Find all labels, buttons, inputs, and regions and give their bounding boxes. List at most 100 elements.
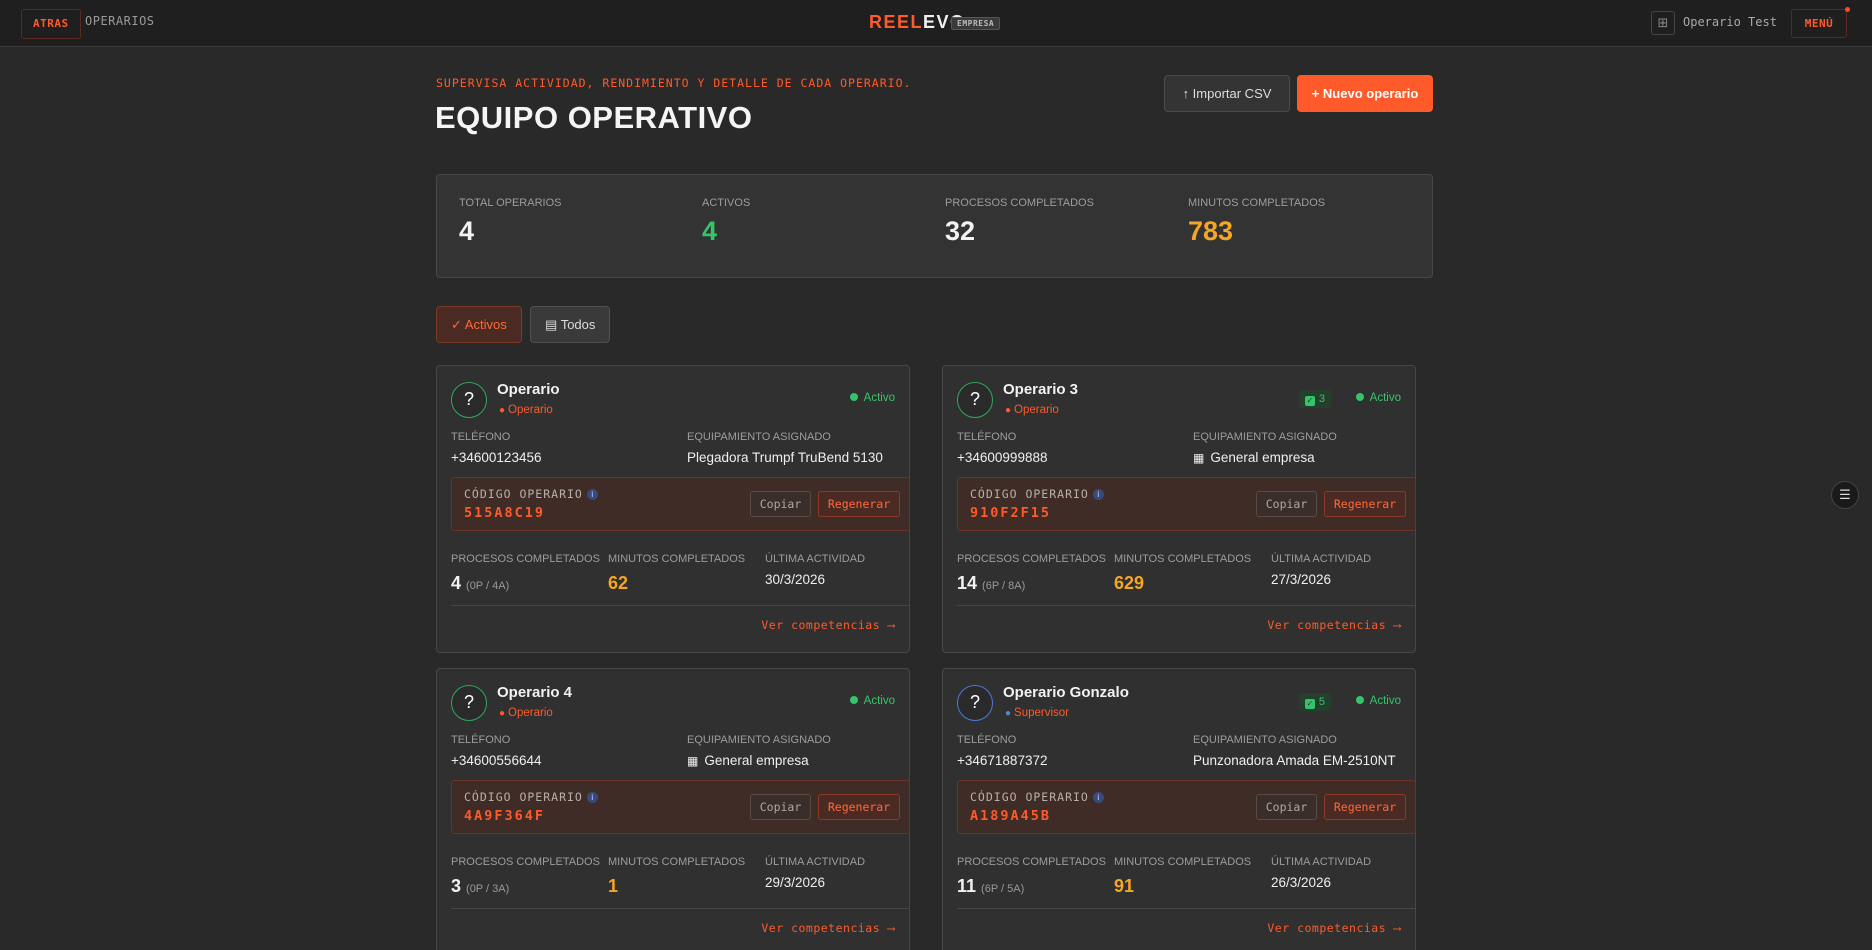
- copy-button[interactable]: Copiar: [750, 794, 811, 820]
- avatar-icon: ?: [957, 685, 993, 721]
- filter-settings-icon[interactable]: ☰: [1831, 481, 1859, 509]
- role-label: Operario: [508, 404, 553, 416]
- operator-role: ● Supervisor: [1005, 707, 1069, 719]
- building-icon: ▦: [1193, 451, 1205, 465]
- count-badge: ✓ 3: [1298, 390, 1331, 408]
- status-label: Activo: [863, 695, 895, 707]
- role-label: Supervisor: [1014, 707, 1070, 719]
- regenerate-button[interactable]: Regenerar: [1324, 794, 1406, 820]
- status-dot: [849, 393, 858, 401]
- processes-detail: (6P / 5A): [981, 883, 1025, 895]
- processes-label: PROCESOS COMPLETADOS: [451, 553, 600, 565]
- equipment-value: Plegadora Trumpf TruBend 5130: [687, 450, 883, 465]
- operator-code-box: CÓDIGO OPERARIO i 910F2F15 Copiar Regener…: [957, 477, 1416, 531]
- stat-value: 4: [702, 216, 718, 246]
- last-activity-label: ÚLTIMA ACTIVIDAD: [1271, 553, 1372, 565]
- phone-value: +34600999888: [957, 450, 1048, 465]
- last-activity-label: ÚLTIMA ACTIVIDAD: [765, 553, 866, 565]
- menu-button[interactable]: MENÚ: [1791, 9, 1847, 38]
- copy-button[interactable]: Copiar: [750, 491, 811, 517]
- stats-panel: TOTAL OPERARIOS 4 ACTIVOS 4 PROCESOS COM…: [436, 174, 1433, 278]
- minutes-label: MINUTOS COMPLETADOS: [1114, 553, 1252, 565]
- stat-total-operators: TOTAL OPERARIOS 4: [459, 197, 562, 247]
- code-label: CÓDIGO OPERARIO i: [970, 487, 1104, 501]
- operario-icon: ●: [499, 708, 506, 719]
- status-dot: [1355, 393, 1364, 401]
- copy-button[interactable]: Copiar: [1256, 794, 1317, 820]
- processes-value: 4 (0P / 4A): [451, 573, 509, 594]
- filter-all-label: Todos: [560, 317, 596, 332]
- stat-value: 783: [1188, 216, 1234, 246]
- stat-label: TOTAL OPERARIOS: [459, 197, 562, 209]
- operator-name: Operario Gonzalo: [1003, 684, 1129, 701]
- operator-code-box: CÓDIGO OPERARIO i 515A8C19 Copiar Regener…: [451, 477, 910, 531]
- status-badge: Activo: [849, 695, 895, 707]
- grid-icon[interactable]: ⊞: [1651, 11, 1675, 35]
- check-icon: ✓: [1304, 396, 1315, 406]
- list-icon: ▤: [545, 317, 558, 332]
- status-label: Activo: [863, 392, 895, 404]
- processes-label: PROCESOS COMPLETADOS: [451, 856, 600, 868]
- divider: [451, 605, 910, 606]
- page-title: EQUIPO OPERATIVO: [435, 100, 753, 135]
- info-icon[interactable]: i: [586, 489, 598, 500]
- competencies-link[interactable]: Ver competencias ⟶: [1267, 618, 1401, 632]
- last-activity-label: ÚLTIMA ACTIVIDAD: [1271, 856, 1372, 868]
- divider: [957, 908, 1416, 909]
- operator-code-box: CÓDIGO OPERARIO i A189A45B Copiar Regener…: [957, 780, 1416, 834]
- new-operator-button[interactable]: + Nuevo operario: [1297, 75, 1433, 112]
- processes-detail: (0P / 3A): [466, 883, 510, 895]
- processes-count: 3: [451, 876, 462, 896]
- last-activity-label: ÚLTIMA ACTIVIDAD: [765, 856, 866, 868]
- processes-label: PROCESOS COMPLETADOS: [957, 553, 1106, 565]
- equipment-value: Punzonadora Amada EM-2510NT: [1193, 753, 1396, 768]
- last-activity-value: 27/3/2026: [1271, 572, 1332, 587]
- stat-label: PROCESOS COMPLETADOS: [945, 197, 1094, 209]
- operator-role: ● Operario: [499, 404, 553, 416]
- operator-card: ? Operario 3 ● Operario ✓ 3 Activo TELÉFON…: [942, 365, 1416, 653]
- operator-card: ? Operario Gonzalo ● Supervisor ✓ 5 Activo…: [942, 668, 1416, 950]
- equipment-label: EQUIPAMIENTO ASIGNADO: [1193, 734, 1337, 746]
- operator-card: ? Operario ● Operario Activo TELÉFONO +34…: [436, 365, 910, 653]
- breadcrumb: OPERARIOS: [85, 14, 155, 28]
- last-activity-value: 26/3/2026: [1271, 875, 1332, 890]
- operario-icon: ●: [1005, 405, 1012, 416]
- copy-button[interactable]: Copiar: [1256, 491, 1317, 517]
- info-icon[interactable]: i: [1092, 792, 1104, 803]
- status-badge: Activo: [849, 392, 895, 404]
- avatar-icon: ?: [451, 382, 487, 418]
- back-button[interactable]: ATRAS: [21, 9, 81, 39]
- operator-code: 4A9F364F: [464, 808, 546, 824]
- filter-all[interactable]: ▤ Todos: [530, 306, 611, 343]
- processes-detail: (6P / 8A): [982, 580, 1026, 592]
- processes-label: PROCESOS COMPLETADOS: [957, 856, 1106, 868]
- status-dot: [1355, 696, 1364, 704]
- competencies-link[interactable]: Ver competencias ⟶: [761, 921, 895, 935]
- regenerate-button[interactable]: Regenerar: [1324, 491, 1406, 517]
- equipment-text: General empresa: [704, 753, 809, 768]
- status-label: Activo: [1369, 695, 1401, 707]
- competencies-link[interactable]: Ver competencias ⟶: [1267, 921, 1401, 935]
- regenerate-button[interactable]: Regenerar: [818, 794, 900, 820]
- stat-label: ACTIVOS: [702, 197, 751, 209]
- processes-count: 14: [957, 573, 978, 593]
- stat-minutes: MINUTOS COMPLETADOS 783: [1188, 197, 1325, 247]
- import-csv-button[interactable]: ↑ Importar CSV: [1164, 75, 1290, 112]
- operator-role: ● Operario: [1005, 404, 1059, 416]
- processes-value: 14 (6P / 8A): [957, 573, 1025, 594]
- brand-tag: EMPRESA: [951, 17, 1001, 30]
- page-subtitle: SUPERVISA ACTIVIDAD, RENDIMIENTO Y DETAL…: [436, 76, 912, 90]
- brand-part-1: REEL: [869, 12, 924, 32]
- minutes-label: MINUTOS COMPLETADOS: [1114, 856, 1252, 868]
- building-icon: ▦: [687, 754, 699, 768]
- phone-label: TELÉFONO: [957, 734, 1017, 746]
- minutes-value: 62: [608, 573, 629, 593]
- competencies-link[interactable]: Ver competencias ⟶: [761, 618, 895, 632]
- operator-code: 515A8C19: [464, 505, 546, 521]
- filter-active[interactable]: ✓ Activos: [436, 306, 522, 343]
- avatar-icon: ?: [451, 685, 487, 721]
- info-icon[interactable]: i: [1092, 489, 1104, 500]
- regenerate-button[interactable]: Regenerar: [818, 491, 900, 517]
- info-icon[interactable]: i: [586, 792, 598, 803]
- status-badge: Activo: [1355, 392, 1401, 404]
